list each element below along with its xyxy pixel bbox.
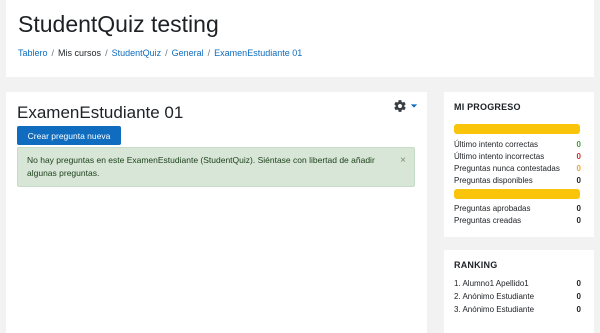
row-label: Preguntas aprobadas bbox=[454, 204, 531, 213]
row-value: 0 bbox=[576, 216, 581, 225]
breadcrumb-separator: / bbox=[51, 48, 55, 58]
caret-down-icon bbox=[410, 104, 418, 108]
row-value: 0 bbox=[576, 164, 581, 173]
actions-menu-button[interactable] bbox=[393, 99, 418, 113]
site-title: StudentQuiz testing bbox=[18, 11, 219, 37]
progress-row-never-answered: Preguntas nunca contestadas 0 bbox=[454, 163, 581, 174]
ranking-name: 1. Alumno1 Apellido1 bbox=[454, 279, 529, 288]
page-header: StudentQuiz testing Tablero / Mis cursos… bbox=[6, 0, 594, 77]
progress-row-last-correct: Último intento correctas 0 bbox=[454, 139, 581, 150]
alert-message: No hay preguntas en este ExamenEstudiant… bbox=[27, 155, 375, 178]
row-label: Último intento correctas bbox=[454, 140, 539, 149]
info-alert: No hay preguntas en este ExamenEstudiant… bbox=[17, 147, 415, 187]
breadcrumb-tablero[interactable]: Tablero bbox=[18, 48, 48, 58]
progress-row-approved: Preguntas aprobadas 0 bbox=[454, 203, 581, 214]
breadcrumb: Tablero / Mis cursos / StudentQuiz / Gen… bbox=[18, 48, 302, 58]
row-value: 0 bbox=[576, 140, 581, 149]
progress-block: MI PROGRESO Último intento correctas 0 Ú… bbox=[444, 92, 594, 237]
ranking-row: 3. Anónimo Estudiante 0 bbox=[454, 304, 581, 315]
row-label: Preguntas creadas bbox=[454, 216, 522, 225]
gear-icon bbox=[394, 100, 406, 112]
ranking-block: RANKING 1. Alumno1 Apellido1 0 2. Anónim… bbox=[444, 250, 594, 333]
main-content: ExamenEstudiante 01 Crear pregunta nueva… bbox=[6, 92, 427, 333]
progress-row-created: Preguntas creadas 0 bbox=[454, 215, 581, 226]
close-icon[interactable]: × bbox=[400, 154, 406, 167]
breadcrumb-general[interactable]: General bbox=[172, 48, 204, 58]
row-label: Preguntas nunca contestadas bbox=[454, 164, 560, 173]
progress-title: MI PROGRESO bbox=[454, 102, 521, 112]
ranking-name: 3. Anónimo Estudiante bbox=[454, 305, 535, 314]
breadcrumb-examen[interactable]: ExamenEstudiante 01 bbox=[214, 48, 302, 58]
create-question-button[interactable]: Crear pregunta nueva bbox=[17, 126, 121, 145]
ranking-points: 0 bbox=[576, 279, 581, 288]
row-value: 0 bbox=[576, 176, 581, 185]
row-value: 0 bbox=[576, 204, 581, 213]
breadcrumb-studentquiz[interactable]: StudentQuiz bbox=[112, 48, 162, 58]
row-label: Último intento incorrectas bbox=[454, 152, 545, 161]
page-title: ExamenEstudiante 01 bbox=[17, 103, 184, 122]
ranking-points: 0 bbox=[576, 292, 581, 301]
ranking-name: 2. Anónimo Estudiante bbox=[454, 292, 535, 301]
row-value: 0 bbox=[576, 152, 581, 161]
row-label: Preguntas disponibles bbox=[454, 176, 533, 185]
ranking-row: 1. Alumno1 Apellido1 0 bbox=[454, 278, 581, 289]
ranking-points: 0 bbox=[576, 305, 581, 314]
breadcrumb-separator: / bbox=[207, 48, 211, 58]
breadcrumb-mis-cursos: Mis cursos bbox=[58, 48, 102, 58]
ranking-row: 2. Anónimo Estudiante 0 bbox=[454, 291, 581, 302]
progress-bar-questions bbox=[454, 189, 580, 199]
progress-bar-answers bbox=[454, 124, 580, 134]
ranking-title: RANKING bbox=[454, 260, 498, 270]
breadcrumb-separator: / bbox=[105, 48, 108, 58]
breadcrumb-separator: / bbox=[165, 48, 168, 58]
progress-row-available: Preguntas disponibles 0 bbox=[454, 175, 581, 186]
progress-row-last-incorrect: Último intento incorrectas 0 bbox=[454, 151, 581, 162]
